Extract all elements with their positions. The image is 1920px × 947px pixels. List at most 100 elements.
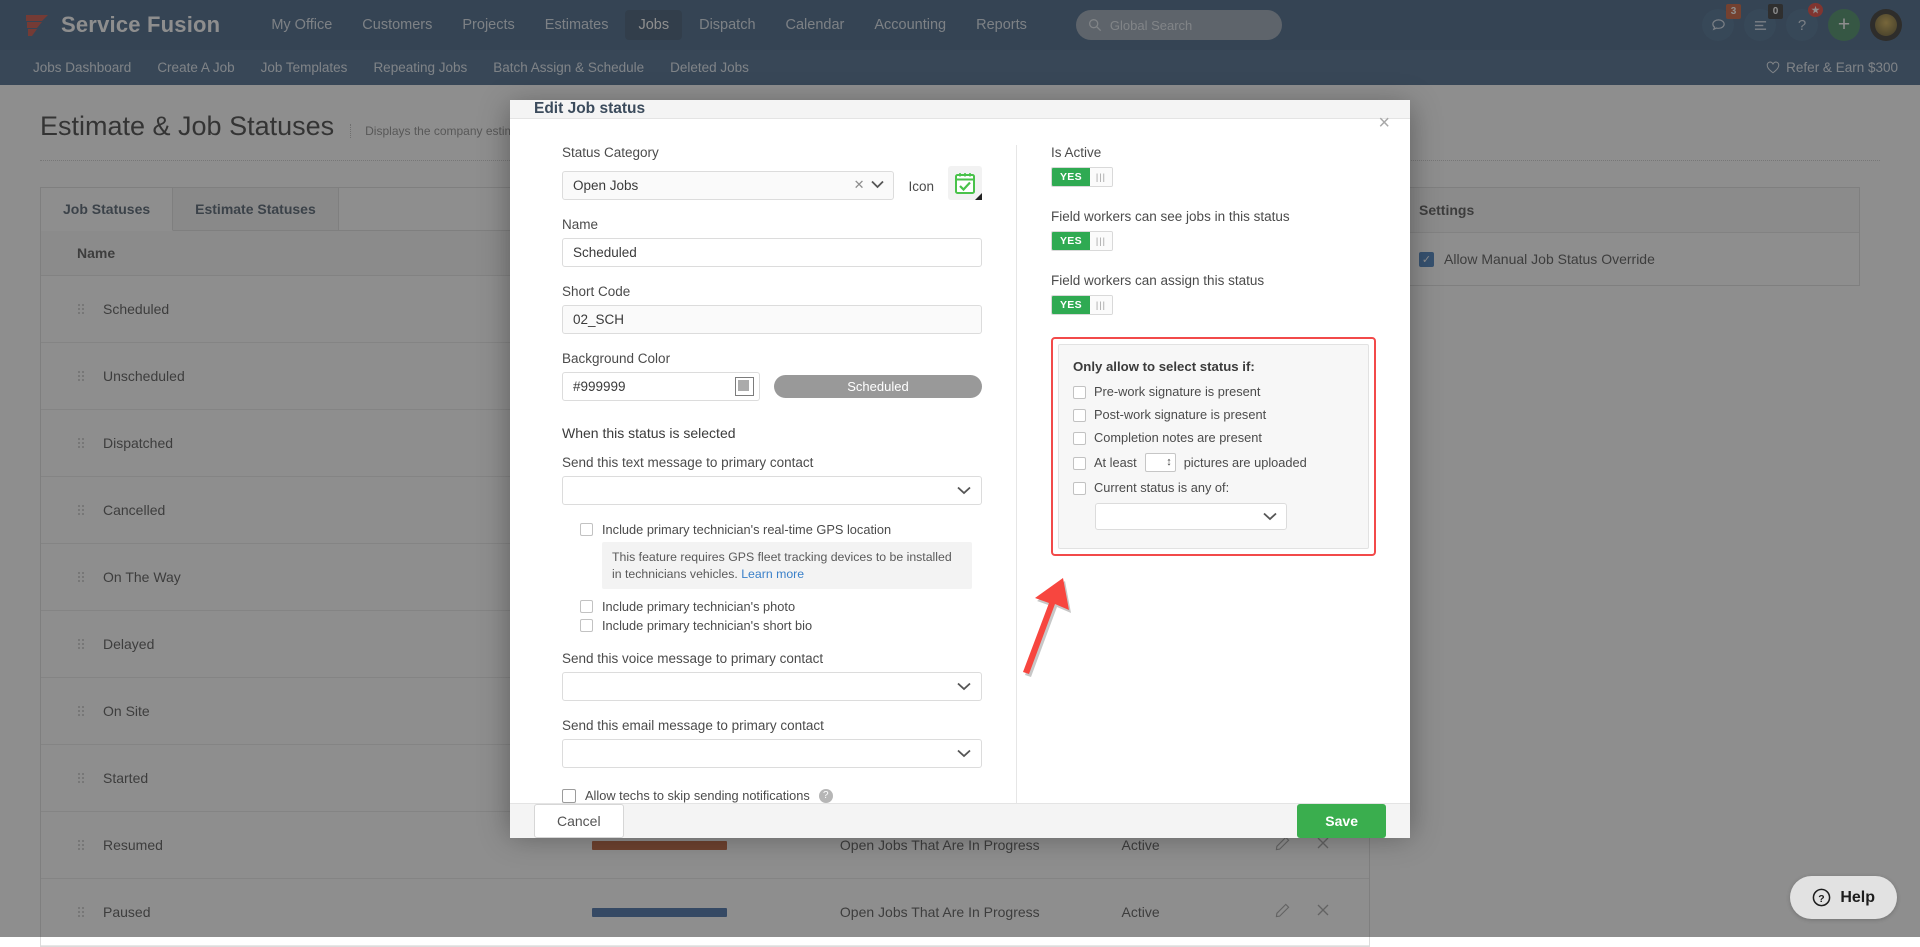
close-icon[interactable]: ×: [1378, 113, 1390, 133]
status-category-input[interactable]: [562, 171, 894, 200]
modal-right-column: Is Active YES ||| Field workers can see …: [1016, 145, 1410, 803]
modal-body: Status Category ✕ Icon: [510, 119, 1410, 803]
pre-work-signature-checkbox[interactable]: [1073, 386, 1086, 399]
modal-footer: Cancel Save: [510, 803, 1410, 838]
skip-notifications-label: Allow techs to skip sending notification…: [585, 788, 810, 803]
gps-checkbox-row[interactable]: Include primary technician's real-time G…: [562, 522, 982, 537]
color-input-wrap: [562, 372, 760, 401]
is-active-toggle[interactable]: YES |||: [1051, 167, 1113, 187]
voice-message-field: Send this voice message to primary conta…: [562, 651, 982, 701]
gps-note: This feature requires GPS fleet tracking…: [602, 542, 972, 589]
modal-header: Edit Job status ×: [510, 100, 1410, 119]
help-widget-label: Help: [1840, 889, 1875, 907]
gps-learn-more-link[interactable]: Learn more: [741, 567, 804, 581]
pre-work-signature-row[interactable]: Pre-work signature is present: [1073, 384, 1354, 399]
name-input[interactable]: [562, 238, 982, 267]
toggle-field-workers-assign: Field workers can assign this status YES…: [1051, 273, 1376, 315]
short-code-label: Short Code: [562, 284, 982, 299]
red-arrow-annotation: [1015, 570, 1095, 685]
status-category-row: ✕ Icon: [562, 166, 982, 200]
toggle-field-workers-see: Field workers can see jobs in this statu…: [1051, 209, 1376, 251]
toggle-knob-icon: |||: [1090, 296, 1112, 314]
name-label: Name: [562, 217, 982, 232]
bio-checkbox[interactable]: [580, 619, 593, 632]
modal-left-column: Status Category ✕ Icon: [510, 145, 1016, 803]
field-workers-see-toggle-value: YES: [1052, 232, 1090, 250]
photo-label: Include primary technician's photo: [602, 599, 795, 614]
current-status-checkbox[interactable]: [1073, 482, 1086, 495]
short-code-input[interactable]: [562, 305, 982, 334]
post-work-signature-label: Post-work signature is present: [1094, 407, 1266, 422]
pictures-uploaded-label-after: pictures are uploaded: [1184, 455, 1307, 470]
status-preview-pill: Scheduled: [774, 375, 982, 398]
text-message-dropdown[interactable]: [562, 476, 982, 505]
photo-checkbox-row[interactable]: Include primary technician's photo: [562, 599, 982, 614]
cancel-button[interactable]: Cancel: [534, 804, 624, 838]
skip-notifications-row[interactable]: Allow techs to skip sending notification…: [562, 788, 982, 803]
chevron-down-icon: [1263, 509, 1277, 524]
status-category-select[interactable]: ✕: [562, 171, 894, 200]
clear-selection-icon[interactable]: ✕: [854, 177, 865, 193]
help-tooltip-icon[interactable]: ?: [819, 789, 833, 803]
background-color-row: Scheduled: [562, 372, 982, 401]
calendar-check-icon[interactable]: [948, 166, 982, 200]
voice-message-label: Send this voice message to primary conta…: [562, 651, 982, 666]
photo-checkbox[interactable]: [580, 600, 593, 613]
toggle-knob-icon: |||: [1090, 232, 1112, 250]
field-workers-assign-toggle-value: YES: [1052, 296, 1090, 314]
skip-notifications-checkbox[interactable]: [562, 789, 576, 803]
text-message-label: Send this text message to primary contac…: [562, 455, 982, 470]
pre-work-signature-label: Pre-work signature is present: [1094, 384, 1260, 399]
chevron-down-icon: [957, 679, 971, 694]
background-color-label: Background Color: [562, 351, 982, 366]
background-color-field: Background Color Scheduled: [562, 351, 982, 401]
status-category-field: Status Category ✕ Icon: [562, 145, 982, 200]
pictures-uploaded-checkbox[interactable]: [1073, 457, 1086, 470]
is-active-toggle-value: YES: [1052, 168, 1090, 186]
current-status-label: Current status is any of:: [1094, 480, 1229, 495]
current-status-row[interactable]: Current status is any of:: [1073, 480, 1354, 495]
toggle-knob-icon: |||: [1090, 168, 1112, 186]
short-code-field: Short Code: [562, 284, 982, 334]
background-color-input[interactable]: [562, 372, 760, 401]
help-widget-button[interactable]: ? Help: [1790, 876, 1897, 919]
completion-notes-checkbox[interactable]: [1073, 432, 1086, 445]
when-selected-title: When this status is selected: [562, 425, 982, 441]
bio-checkbox-row[interactable]: Include primary technician's short bio: [562, 618, 982, 633]
post-work-signature-checkbox[interactable]: [1073, 409, 1086, 422]
completion-notes-row[interactable]: Completion notes are present: [1073, 430, 1354, 445]
text-message-field: Send this text message to primary contac…: [562, 455, 982, 505]
status-category-label: Status Category: [562, 145, 982, 160]
pictures-count-stepper[interactable]: [1145, 453, 1176, 472]
edit-job-status-modal: Edit Job status × Status Category ✕ Icon: [510, 100, 1410, 830]
pictures-uploaded-label-before: At least: [1094, 455, 1137, 470]
email-message-field: Send this email message to primary conta…: [562, 718, 982, 768]
field-workers-assign-label: Field workers can assign this status: [1051, 273, 1376, 288]
restrict-status-highlight-box: Only allow to select status if: Pre-work…: [1051, 337, 1376, 556]
chevron-down-icon[interactable]: [871, 178, 884, 192]
question-circle-icon: ?: [1812, 888, 1831, 907]
completion-notes-label: Completion notes are present: [1094, 430, 1262, 445]
restrict-status-panel: Only allow to select status if: Pre-work…: [1058, 344, 1369, 549]
restrict-status-title: Only allow to select status if:: [1073, 359, 1354, 374]
gps-checkbox[interactable]: [580, 523, 593, 536]
gps-label: Include primary technician's real-time G…: [602, 522, 891, 537]
bio-label: Include primary technician's short bio: [602, 618, 812, 633]
post-work-signature-row[interactable]: Post-work signature is present: [1073, 407, 1354, 422]
voice-message-dropdown[interactable]: [562, 672, 982, 701]
name-field: Name: [562, 217, 982, 267]
modal-title: Edit Job status: [534, 100, 645, 118]
email-message-label: Send this email message to primary conta…: [562, 718, 982, 733]
pictures-uploaded-row[interactable]: At least pictures are uploaded: [1073, 453, 1354, 472]
current-status-dropdown[interactable]: [1095, 503, 1287, 530]
field-workers-see-label: Field workers can see jobs in this statu…: [1051, 209, 1376, 224]
chevron-down-icon: [957, 746, 971, 761]
email-message-dropdown[interactable]: [562, 739, 982, 768]
toggle-is-active: Is Active YES |||: [1051, 145, 1376, 187]
chevron-down-icon: [957, 483, 971, 498]
field-workers-see-toggle[interactable]: YES |||: [1051, 231, 1113, 251]
is-active-label: Is Active: [1051, 145, 1376, 160]
field-workers-assign-toggle[interactable]: YES |||: [1051, 295, 1113, 315]
color-picker-swatch[interactable]: [735, 377, 754, 396]
save-button[interactable]: Save: [1297, 804, 1386, 838]
